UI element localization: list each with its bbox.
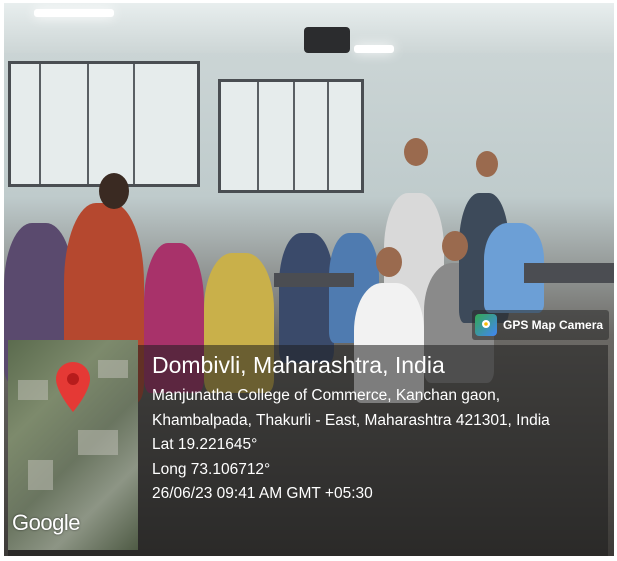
- address-line-1: Manjunatha College of Commerce, Kanchan …: [152, 387, 501, 404]
- projector: [304, 27, 350, 53]
- location-details: Dombivli, Maharashtra, India Manjunatha …: [152, 350, 602, 507]
- app-badge-label: GPS Map Camera: [503, 318, 604, 332]
- timestamp: 26/06/23 09:41 AM GMT +05:30: [152, 485, 373, 502]
- map-pin-icon: [475, 314, 497, 336]
- location-title: Dombivli, Maharashtra, India: [152, 352, 445, 378]
- ceiling-light: [354, 45, 394, 53]
- latitude: Lat 19.221645°: [152, 436, 258, 453]
- location-map-thumbnail: Google: [8, 340, 138, 550]
- ceiling-light: [34, 9, 114, 17]
- location-pin-icon: [56, 362, 90, 412]
- address-line-2: Khambalpada, Thakurli - East, Maharashtr…: [152, 411, 550, 429]
- google-logo: Google: [12, 510, 80, 535]
- app-badge: GPS Map Camera: [472, 310, 609, 340]
- longitude: Long 73.106712°: [152, 460, 271, 478]
